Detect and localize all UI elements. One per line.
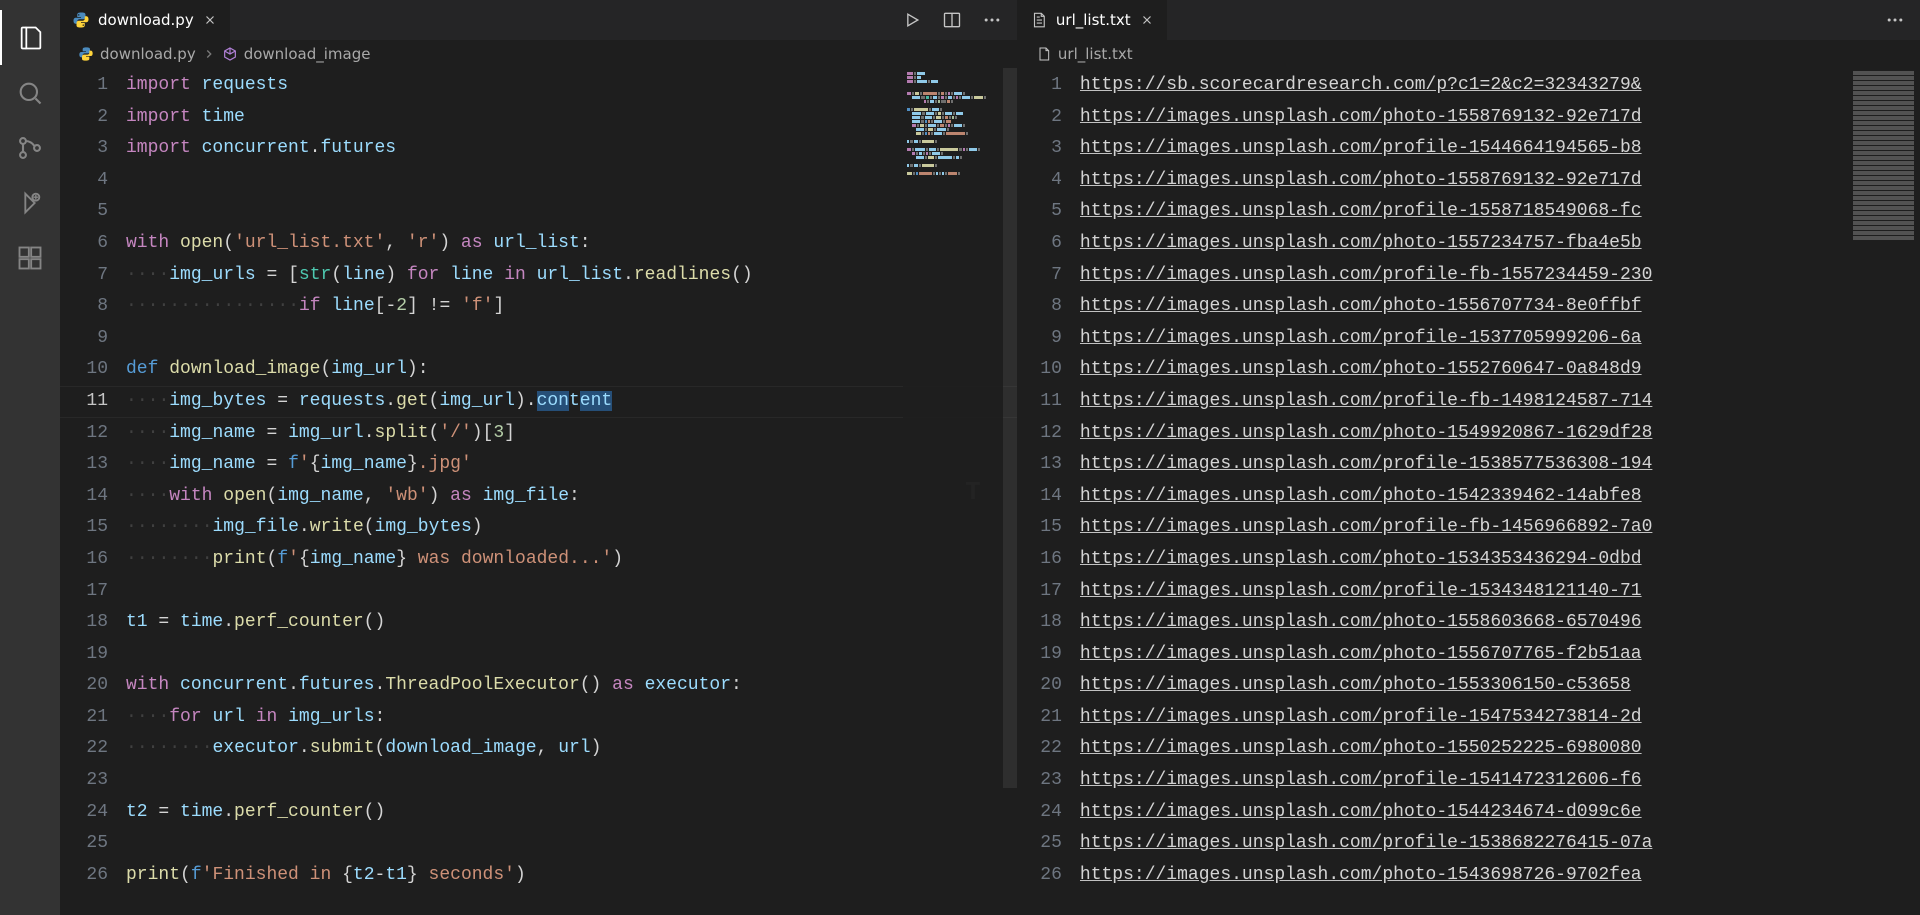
close-icon[interactable]	[202, 12, 218, 28]
left-editor-body[interactable]: 1234567891011121314151617181920212223242…	[60, 68, 1017, 915]
minimap-right[interactable]	[1850, 68, 1920, 258]
tab-label: url_list.txt	[1056, 11, 1131, 29]
breadcrumb-right[interactable]: url_list.txt	[1018, 40, 1920, 68]
right-gutter: 1234567891011121314151617181920212223242…	[1018, 68, 1080, 915]
split-editor-icon[interactable]	[941, 9, 963, 31]
debug-icon[interactable]	[0, 175, 60, 230]
breadcrumb-symbol[interactable]: download_image	[222, 45, 371, 63]
run-icon[interactable]	[901, 9, 923, 31]
breadcrumb-file[interactable]: download.py	[78, 45, 196, 63]
right-tab-actions	[1884, 0, 1920, 40]
left-tab-actions	[901, 0, 1017, 40]
left-gutter: 1234567891011121314151617181920212223242…	[60, 68, 126, 915]
activity-bar	[0, 0, 60, 915]
source-control-icon[interactable]	[0, 120, 60, 175]
more-actions-icon[interactable]	[1884, 9, 1906, 31]
tab-url-list[interactable]: url_list.txt	[1018, 0, 1168, 40]
app-root: download.py	[0, 0, 1920, 915]
search-icon[interactable]	[0, 65, 60, 120]
left-scrollbar[interactable]	[1003, 68, 1017, 915]
breadcrumb-file[interactable]: url_list.txt	[1036, 45, 1133, 63]
text-file-icon	[1030, 11, 1048, 29]
right-editor-body[interactable]: 1234567891011121314151617181920212223242…	[1018, 68, 1920, 915]
explorer-icon[interactable]	[0, 10, 60, 65]
left-code[interactable]: import requestsimport timeimport concurr…	[126, 68, 1017, 915]
tab-download-py[interactable]: download.py	[60, 0, 231, 40]
right-code[interactable]: https://sb.scorecardresearch.com/p?c1=2&…	[1080, 68, 1920, 915]
extensions-icon[interactable]	[0, 230, 60, 285]
tab-label: download.py	[98, 11, 194, 29]
scroll-thumb[interactable]	[1003, 68, 1017, 788]
editor-split: download.py	[60, 0, 1920, 915]
close-icon[interactable]	[1139, 12, 1155, 28]
breadcrumb-symbol-label: download_image	[244, 45, 371, 63]
right-tab-bar: url_list.txt	[1018, 0, 1920, 40]
left-editor-pane: download.py	[60, 0, 1018, 915]
breadcrumb-file-label: download.py	[100, 45, 196, 63]
python-file-icon	[72, 11, 90, 29]
chevron-right-icon	[202, 47, 216, 61]
breadcrumb-file-label: url_list.txt	[1058, 45, 1133, 63]
right-editor-pane: url_list.txt url_list.txt	[1018, 0, 1920, 915]
left-tab-bar: download.py	[60, 0, 1017, 40]
more-actions-icon[interactable]	[981, 9, 1003, 31]
breadcrumb[interactable]: download.py download_image	[60, 40, 1017, 68]
text-stack-marker: T	[959, 476, 987, 508]
